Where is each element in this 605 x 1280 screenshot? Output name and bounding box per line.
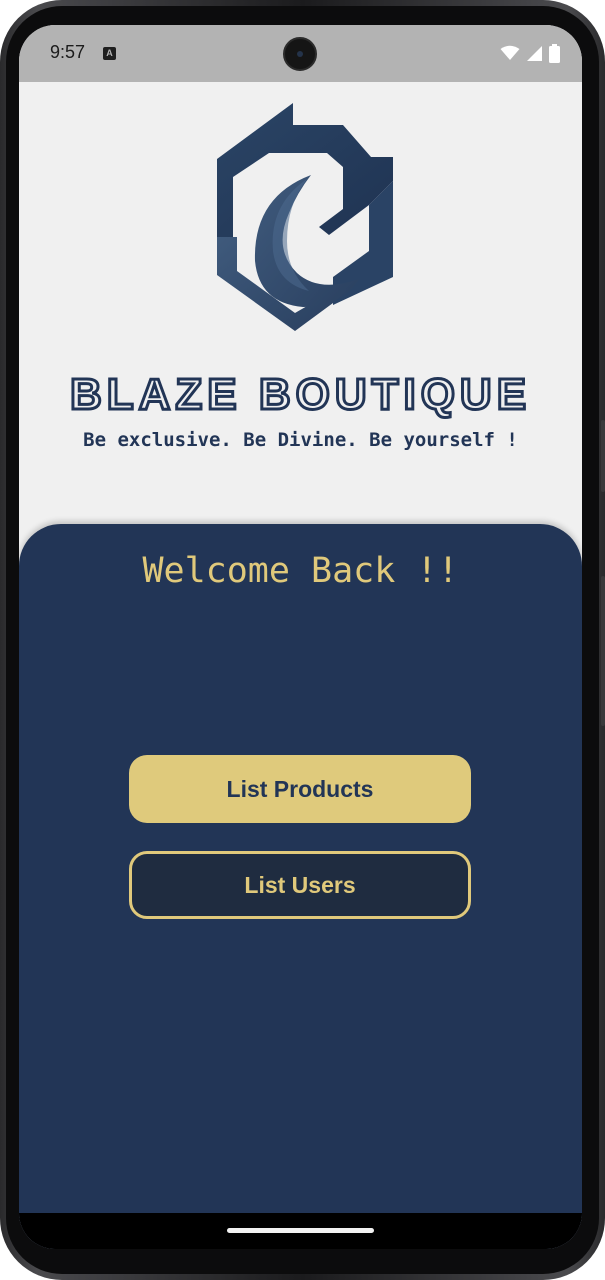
blaze-b-logo-icon xyxy=(217,103,393,331)
battery-icon xyxy=(549,43,560,63)
list-users-button[interactable]: List Users xyxy=(129,851,471,919)
list-products-button[interactable]: List Products xyxy=(129,755,471,823)
brand-name: BLAZE BOUTIQUE xyxy=(68,369,532,421)
welcome-heading: Welcome Back !! xyxy=(142,551,459,591)
front-camera xyxy=(283,37,317,71)
status-icons xyxy=(500,42,560,64)
phone-frame: 9:57 A BLAZE BOUTIQUE Be exclusive. Be D… xyxy=(0,0,605,1280)
status-time: 9:57 xyxy=(50,42,86,62)
status-bar: 9:57 A xyxy=(19,25,582,82)
home-gesture-handle[interactable] xyxy=(227,1228,374,1233)
screen: 9:57 A BLAZE BOUTIQUE Be exclusive. Be D… xyxy=(19,25,582,1249)
cell-signal-icon xyxy=(527,45,542,61)
main-panel: Welcome Back !! List Products List Users xyxy=(19,524,582,1249)
text-a-icon: A xyxy=(103,47,116,60)
wifi-icon xyxy=(500,45,520,60)
power-button xyxy=(601,420,605,492)
volume-button xyxy=(601,576,605,726)
navigation-bar xyxy=(19,1213,582,1249)
brand-tagline: Be exclusive. Be Divine. Be yourself ! xyxy=(83,429,518,451)
